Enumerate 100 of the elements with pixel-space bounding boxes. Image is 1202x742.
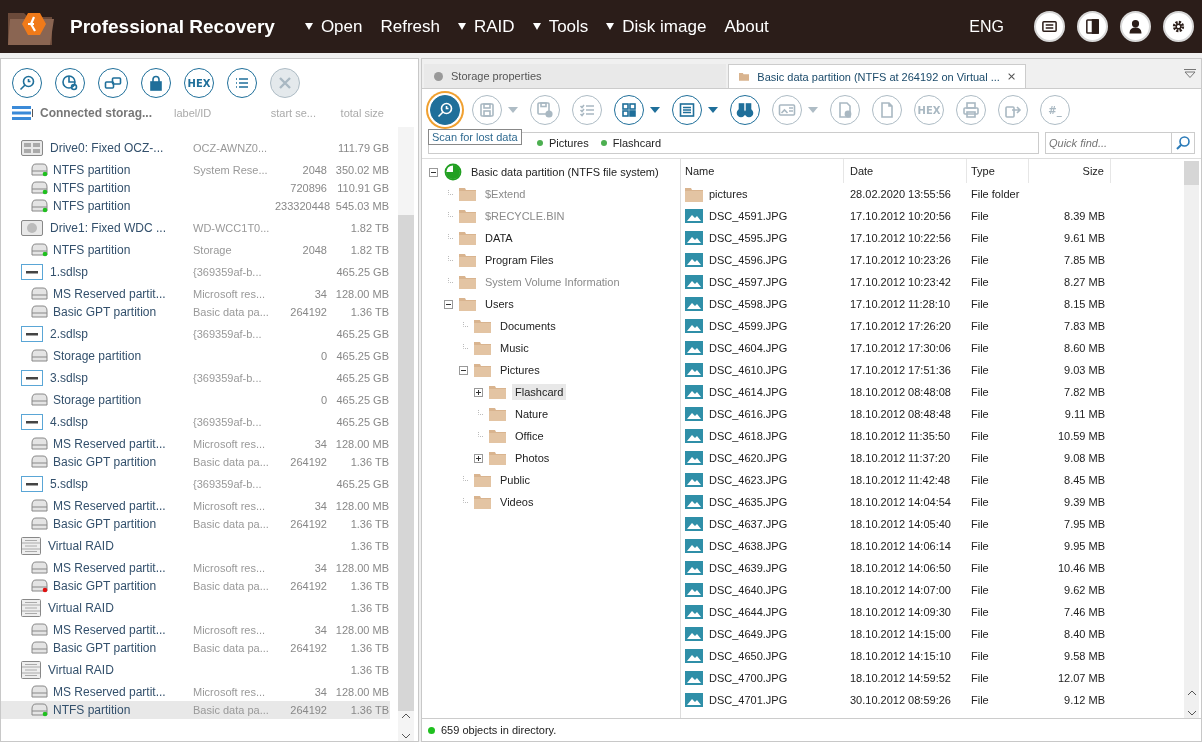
tree-item[interactable]: Nature bbox=[512, 406, 552, 422]
storage-row[interactable]: Virtual RAID 1.36 TB bbox=[1, 533, 390, 559]
storage-row[interactable]: Drive0: Fixed OCZ-... OCZ-AWNZ0... 111.79 GB bbox=[1, 135, 390, 161]
settings-button[interactable] bbox=[1163, 11, 1194, 42]
tree-item[interactable]: System Volume Information bbox=[482, 274, 623, 290]
file-name[interactable]: DSC_4598.JPG bbox=[709, 298, 788, 310]
collapse-icon[interactable] bbox=[429, 167, 438, 177]
file-name[interactable]: DSC_4638.JPG bbox=[709, 540, 788, 552]
path-item[interactable]: Pictures bbox=[537, 137, 589, 149]
storage-row[interactable]: NTFS partition 720896 110.91 GB bbox=[1, 179, 390, 197]
view-button[interactable] bbox=[672, 95, 702, 125]
hex-button[interactable]: HEX bbox=[184, 68, 214, 98]
caret-icon[interactable] bbox=[708, 107, 718, 113]
storage-row[interactable]: Basic GPT partition Basic data pa... 264192 1.36 TB bbox=[1, 577, 390, 595]
file-name[interactable]: DSC_4620.JPG bbox=[709, 452, 788, 464]
collapse-icon[interactable] bbox=[444, 299, 453, 309]
tree-item[interactable]: Users bbox=[482, 296, 517, 312]
file-name[interactable]: DSC_4591.JPG bbox=[709, 210, 788, 222]
menu-item[interactable]: Tools bbox=[532, 16, 589, 37]
storage-row[interactable]: MS Reserved partit... Microsoft res... 34 128.00 MB bbox=[1, 285, 390, 303]
column-header[interactable]: Connected storag... bbox=[40, 106, 152, 120]
tree-item[interactable]: Public bbox=[497, 472, 533, 488]
storage-row[interactable]: 2.sdlsp {369359af-b... 465.25 GB bbox=[1, 321, 390, 347]
tree-item[interactable]: DATA bbox=[482, 230, 516, 246]
list-button[interactable] bbox=[227, 68, 257, 98]
storage-row[interactable]: MS Reserved partit... Microsoft res... 34 128.00 MB bbox=[1, 559, 390, 577]
collapse-icon[interactable] bbox=[459, 365, 468, 375]
tree-item[interactable]: Music bbox=[497, 340, 532, 356]
menu-item[interactable]: About bbox=[724, 16, 769, 37]
storage-row[interactable]: NTFS partition System Rese... 2048 350.02 MB bbox=[1, 161, 390, 179]
storage-row[interactable]: Virtual RAID 1.36 TB bbox=[1, 595, 390, 621]
menu-item[interactable]: RAID bbox=[458, 16, 515, 37]
menu-item[interactable]: Disk image bbox=[606, 16, 707, 37]
tree-item[interactable]: Program Files bbox=[482, 252, 557, 268]
storage-row[interactable]: NTFS partition 233320448 545.03 MB bbox=[1, 197, 390, 215]
tree-item[interactable]: Office bbox=[512, 428, 547, 444]
tree-item[interactable]: Pictures bbox=[497, 362, 543, 378]
close-icon[interactable] bbox=[1007, 71, 1015, 82]
storage-row[interactable]: Drive1: Fixed WDC ... WD-WCC1T0... 1.82 TB bbox=[1, 215, 390, 241]
file-name[interactable]: DSC_4650.JPG bbox=[709, 650, 788, 662]
file-name[interactable]: DSC_4595.JPG bbox=[709, 232, 788, 244]
file-name[interactable]: DSC_4614.JPG bbox=[709, 386, 788, 398]
scroll-arrows-icon[interactable] bbox=[401, 711, 411, 741]
storage-row[interactable]: Basic GPT partition Basic data pa... 264192 1.36 TB bbox=[1, 453, 390, 471]
tree-item[interactable]: Photos bbox=[512, 450, 553, 466]
file-name[interactable]: DSC_4637.JPG bbox=[709, 518, 788, 530]
file-name[interactable]: DSC_4644.JPG bbox=[709, 606, 788, 618]
column-header[interactable]: Size bbox=[1029, 159, 1111, 183]
grid-button[interactable] bbox=[614, 95, 644, 125]
pie-chart-button[interactable] bbox=[55, 68, 85, 98]
storage-row[interactable]: 1.sdlsp {369359af-b... 465.25 GB bbox=[1, 259, 390, 285]
scan-button[interactable] bbox=[430, 95, 460, 125]
file-name[interactable]: DSC_4640.JPG bbox=[709, 584, 788, 596]
find-button[interactable] bbox=[730, 95, 760, 125]
storage-row[interactable]: Basic GPT partition Basic data pa... 264192 1.36 TB bbox=[1, 639, 390, 657]
expand-icon[interactable] bbox=[474, 387, 483, 397]
panel-button[interactable] bbox=[1077, 11, 1108, 42]
person-button[interactable] bbox=[1120, 11, 1151, 42]
search-icon[interactable] bbox=[1172, 132, 1195, 154]
menu-item[interactable]: Refresh bbox=[380, 16, 440, 37]
lock-button[interactable] bbox=[141, 68, 171, 98]
storage-row[interactable]: Storage partition 0 465.25 GB bbox=[1, 391, 390, 409]
caret-icon[interactable] bbox=[650, 107, 660, 113]
file-name[interactable]: DSC_4700.JPG bbox=[709, 672, 788, 684]
column-header[interactable]: Date bbox=[844, 159, 967, 183]
tree-item[interactable]: $RECYCLE.BIN bbox=[482, 208, 568, 224]
storage-row[interactable]: Storage partition 0 465.25 GB bbox=[1, 347, 390, 365]
expand-icon[interactable] bbox=[474, 453, 483, 463]
file-name[interactable]: DSC_4639.JPG bbox=[709, 562, 788, 574]
menu-item[interactable]: Open bbox=[304, 16, 363, 37]
language-selector[interactable]: ENG bbox=[969, 17, 1004, 36]
tree-item[interactable]: Videos bbox=[497, 494, 537, 510]
storage-row[interactable]: 4.sdlsp {369359af-b... 465.25 GB bbox=[1, 409, 390, 435]
tab-menu-icon[interactable] bbox=[1184, 69, 1196, 78]
storage-row[interactable]: NTFS partition Basic data pa... 264192 1.36 TB bbox=[1, 701, 390, 719]
file-name[interactable]: DSC_4635.JPG bbox=[709, 496, 788, 508]
drives-button[interactable] bbox=[98, 68, 128, 98]
storage-row[interactable]: Basic GPT partition Basic data pa... 264192 1.36 TB bbox=[1, 515, 390, 533]
column-header[interactable]: Type bbox=[967, 159, 1029, 183]
quick-find-field[interactable]: Quick find... bbox=[1045, 132, 1172, 154]
file-name[interactable]: DSC_4618.JPG bbox=[709, 430, 788, 442]
file-name[interactable]: DSC_4604.JPG bbox=[709, 342, 788, 354]
file-name[interactable]: DSC_4596.JPG bbox=[709, 254, 788, 266]
storage-row[interactable]: MS Reserved partit... Microsoft res... 34 128.00 MB bbox=[1, 621, 390, 639]
storage-row[interactable]: MS Reserved partit... Microsoft res... 34 128.00 MB bbox=[1, 683, 390, 701]
file-name[interactable]: DSC_4701.JPG bbox=[709, 694, 788, 706]
file-name[interactable]: pictures bbox=[709, 188, 748, 200]
storage-row[interactable]: Basic GPT partition Basic data pa... 264192 1.36 TB bbox=[1, 303, 390, 321]
storage-row[interactable]: 3.sdlsp {369359af-b... 465.25 GB bbox=[1, 365, 390, 391]
file-name[interactable]: DSC_4649.JPG bbox=[709, 628, 788, 640]
tree-item[interactable]: Basic data partition (NTFS file system) bbox=[468, 164, 662, 180]
card-button[interactable] bbox=[1034, 11, 1065, 42]
path-item[interactable]: Flashcard bbox=[600, 137, 662, 149]
storage-row[interactable]: 5.sdlsp {369359af-b... 465.25 GB bbox=[1, 471, 390, 497]
storage-row[interactable]: NTFS partition Storage 2048 1.82 TB bbox=[1, 241, 390, 259]
storage-row[interactable]: MS Reserved partit... Microsoft res... 34 128.00 MB bbox=[1, 497, 390, 515]
tab[interactable]: Storage properties bbox=[424, 64, 726, 88]
tab[interactable]: Basic data partition (NTFS at 264192 on Virtual ... bbox=[728, 64, 1026, 88]
search-button[interactable] bbox=[12, 68, 42, 98]
tree-item[interactable]: Documents bbox=[497, 318, 559, 334]
